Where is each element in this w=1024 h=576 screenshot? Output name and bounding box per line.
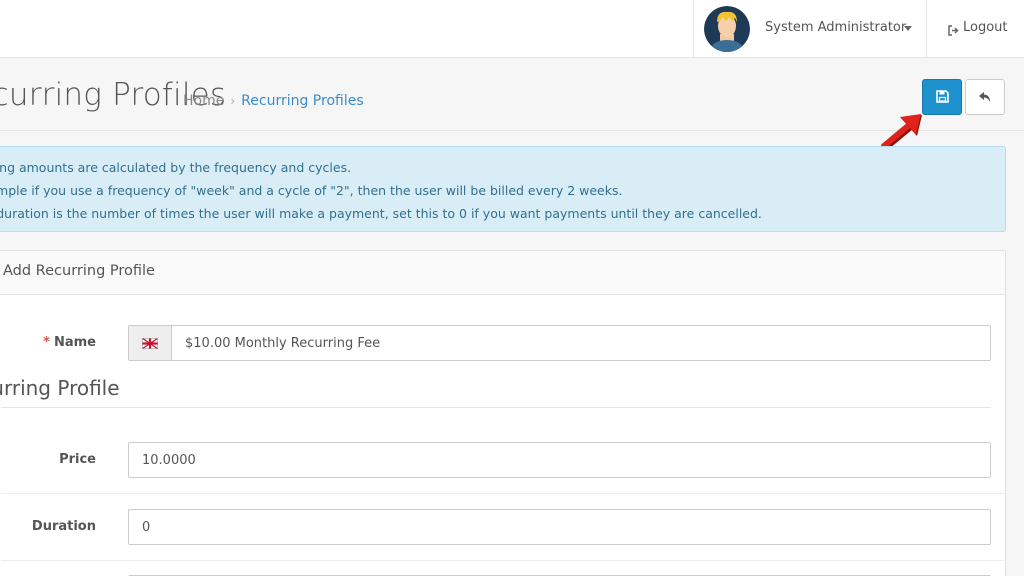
chevron-down-icon [904,26,912,31]
user-name: System Administrator [765,20,907,35]
alert-line: For example if you use a frequency of "w… [0,183,623,198]
divider [1,407,991,408]
alert-line: Recurring amounts are calculated by the … [0,160,352,175]
sign-out-icon [948,21,959,40]
name-field[interactable]: $10.00 Monthly Recurring Fee [185,336,380,351]
top-navbar: System Administrator Logout [0,0,1024,58]
breadcrumb-home-link[interactable]: Home [183,93,224,109]
divider [1,493,1006,494]
price-label: Price [59,452,96,467]
panel-title: Add Recurring Profile [3,263,155,279]
breadcrumb-separator: › [230,94,236,108]
back-button[interactable] [965,79,1005,115]
floppy-disk-icon [935,88,949,107]
save-button[interactable] [922,79,962,115]
uk-flag-icon [129,326,172,360]
avatar [704,6,750,52]
logout-label: Logout [963,20,1008,35]
user-menu[interactable]: System Administrator [693,0,926,58]
duration-label: Duration [31,519,96,534]
logout-link[interactable]: Logout [926,0,1024,58]
required-mark: * [43,335,50,350]
form-panel: Add Recurring Profile * Name $10.00 Month… [0,250,1006,576]
page-header: Recurring Profiles Home › Recurring Profil… [0,59,1024,131]
reply-icon [978,88,992,107]
duration-value: 0 [142,520,151,535]
breadcrumb-current-link[interactable]: Recurring Profiles [241,93,363,109]
name-input-group: $10.00 Monthly Recurring Fee [128,325,991,361]
price-field[interactable]: 10.0000 [128,442,991,478]
section-title: Recurring Profile [0,376,120,400]
alert-line: The duration is the number of times the … [0,206,762,221]
breadcrumb: Home › Recurring Profiles [183,93,364,109]
name-label: * Name [43,335,96,350]
duration-field[interactable]: 0 [128,509,991,545]
price-value: 10.0000 [142,453,196,468]
divider [1,560,1006,561]
panel-heading: Add Recurring Profile [0,251,1005,295]
info-alert: Recurring amounts are calculated by the … [0,146,1006,232]
